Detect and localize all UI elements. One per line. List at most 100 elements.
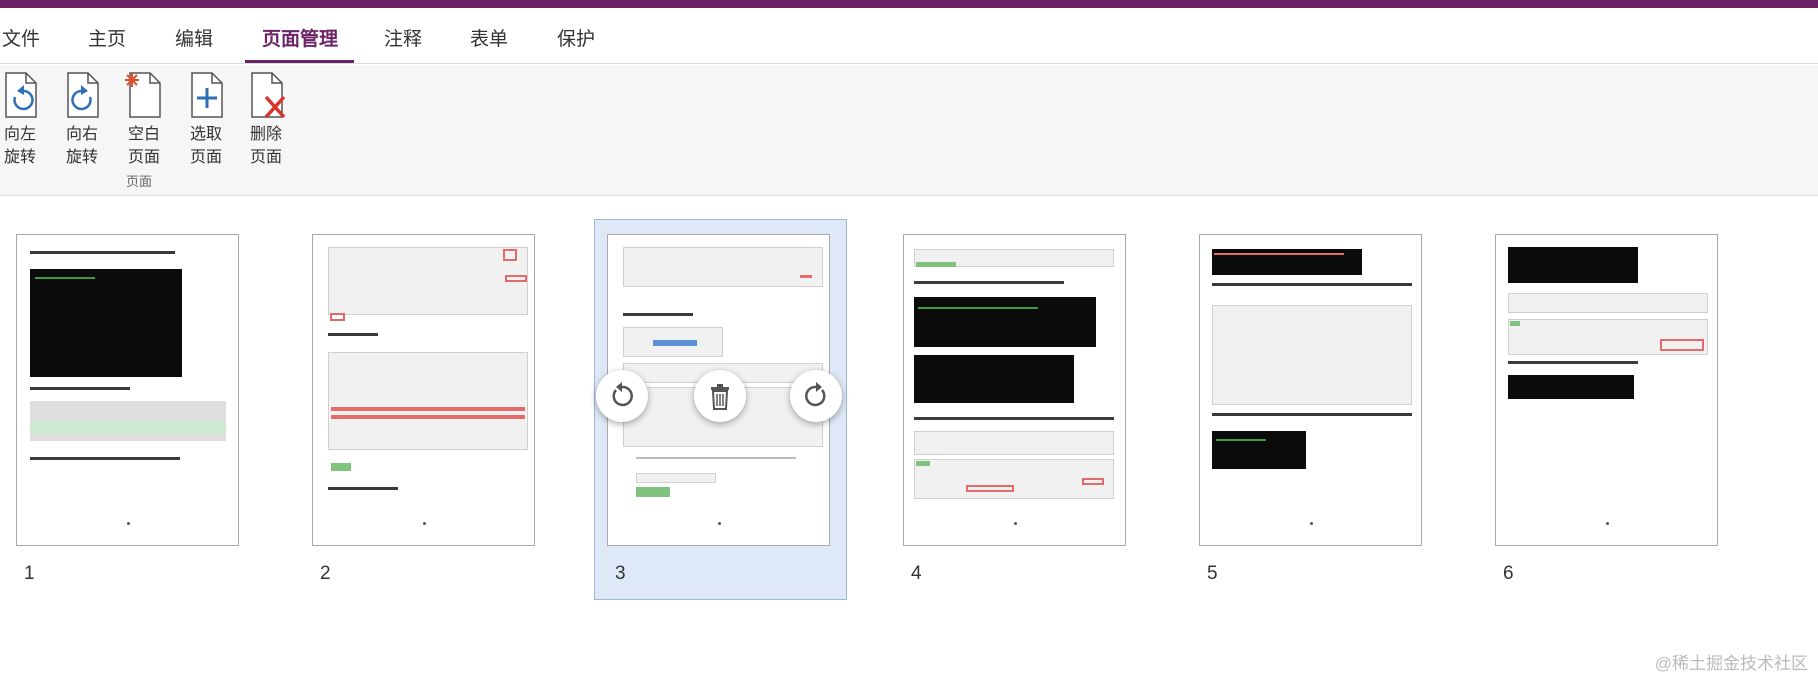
insert-page-icon (191, 72, 223, 118)
insert-page-label-1: 选取 (189, 126, 222, 143)
thumb-highlight-box (505, 275, 527, 282)
thumb-text (30, 251, 175, 254)
blank-page-icon (125, 72, 161, 118)
thumb-page-mark (127, 522, 130, 525)
thumb-panel-image (623, 247, 823, 287)
page-number-5: 5 (1207, 563, 1218, 584)
rotate-right-label-1: 向右 (65, 126, 98, 143)
thumb-terminal-image (914, 297, 1096, 347)
delete-page-icon (251, 72, 286, 119)
rotate-right-page-button[interactable] (790, 370, 842, 422)
thumb-highlight-box (330, 313, 345, 321)
thumb-highlight-box (1082, 478, 1104, 485)
page-thumbnail-5[interactable] (1199, 234, 1422, 546)
rotate-left-label-2: 旋转 (3, 149, 36, 166)
thumb-green-button (916, 461, 930, 466)
thumb-list-image (1212, 305, 1412, 405)
thumb-green-button (1510, 321, 1520, 326)
ribbon-toolbar: 向左 旋转 向右 旋转 空白 页面 选取 页面 删除 页面 页面 (0, 65, 1818, 196)
menu-bar: 文件 主页 编辑 页面管理 注释 表单 保护 (0, 8, 1818, 64)
thumb-highlight-box (966, 485, 1014, 492)
thumb-text (328, 333, 378, 336)
active-tab-indicator (245, 60, 354, 63)
page-thumbnail-4[interactable] (903, 234, 1126, 546)
thumb-red-line (1214, 253, 1344, 255)
page-number-1: 1 (24, 563, 35, 584)
tab-edit[interactable]: 编辑 (175, 24, 213, 51)
thumb-line (636, 457, 796, 459)
delete-page-button[interactable]: 删除 页面 (240, 71, 292, 169)
page-number-3: 3 (615, 563, 626, 584)
tab-protect[interactable]: 保护 (557, 24, 595, 51)
thumb-text (1508, 361, 1638, 364)
rotate-left-page-button[interactable] (596, 370, 648, 422)
thumb-selection (653, 340, 697, 346)
thumb-text (1212, 283, 1412, 286)
thumb-terminal-image (1508, 375, 1634, 399)
thumb-text (30, 387, 130, 390)
tab-home[interactable]: 主页 (88, 24, 126, 51)
thumb-select-image (636, 473, 716, 483)
page-number-6: 6 (1503, 563, 1514, 584)
rotate-left-icon (612, 382, 633, 407)
rotate-right-icon (805, 382, 826, 407)
blank-page-button[interactable]: 空白 页面 (118, 71, 170, 169)
delete-page-label-1: 删除 (249, 126, 282, 143)
watermark: @稀土掘金技术社区 (1654, 654, 1808, 673)
page-number-2: 2 (320, 563, 331, 584)
blank-page-label-1: 空白 (127, 126, 160, 143)
thumb-line (1216, 439, 1266, 441)
thumb-green-button (636, 487, 670, 497)
rotate-right-button[interactable]: 向右 旋转 (56, 71, 108, 169)
ribbon-group-label: 页面 (126, 174, 153, 189)
thumb-form-image (1508, 293, 1708, 313)
thumb-table-row (30, 421, 226, 435)
thumb-text (328, 487, 398, 490)
tab-file[interactable]: 文件 (2, 24, 40, 51)
tab-form[interactable]: 表单 (470, 24, 508, 51)
insert-page-label-2: 页面 (189, 149, 222, 166)
rotate-right-label-2: 旋转 (65, 149, 98, 166)
page-number-4: 4 (911, 563, 922, 584)
rotate-right-icon (67, 72, 99, 118)
page-thumbnail-2[interactable] (312, 234, 535, 546)
rotate-left-button[interactable]: 向左 旋转 (0, 71, 46, 169)
tab-page-management[interactable]: 页面管理 (262, 24, 338, 51)
thumb-line (35, 277, 95, 279)
thumb-text (914, 417, 1114, 420)
thumb-line (918, 307, 1038, 309)
thumb-terminal-image (914, 355, 1074, 403)
page-thumbnail-panel: 1 2 3 4 5 6 (0, 197, 1818, 677)
thumb-terminal-image (1212, 431, 1306, 469)
thumb-form-image (914, 431, 1114, 455)
thumb-page-mark (718, 522, 721, 525)
thumb-text (30, 457, 180, 460)
thumb-green-button (916, 262, 956, 267)
thumb-red-line (331, 415, 525, 419)
thumb-page-mark (423, 522, 426, 525)
thumb-text (914, 281, 1064, 284)
delete-page-label-2: 页面 (249, 149, 282, 166)
thumb-highlight-box (1660, 339, 1704, 351)
thumb-terminal-image (30, 269, 182, 377)
page-thumbnail-6[interactable] (1495, 234, 1718, 546)
thumb-form-image (328, 247, 528, 315)
thumb-page-mark (1014, 522, 1017, 525)
thumb-red-line (800, 275, 812, 278)
thumb-red-line (331, 407, 525, 411)
window-top-accent (0, 0, 1818, 8)
thumb-text (623, 313, 693, 316)
thumb-terminal-image (1508, 247, 1638, 283)
page-thumbnail-1[interactable] (16, 234, 239, 546)
thumb-form-image (328, 352, 528, 450)
insert-page-button[interactable]: 选取 页面 (180, 71, 232, 169)
thumb-text (1212, 413, 1412, 416)
thumb-page-mark (1606, 522, 1609, 525)
thumb-highlight-box (503, 249, 517, 261)
tab-annotate[interactable]: 注释 (384, 24, 422, 51)
thumb-green-button (331, 463, 351, 471)
delete-page-action-button[interactable] (694, 370, 746, 422)
trash-icon (711, 384, 729, 410)
thumb-page-mark (1310, 522, 1313, 525)
blank-page-label-2: 页面 (127, 149, 160, 166)
